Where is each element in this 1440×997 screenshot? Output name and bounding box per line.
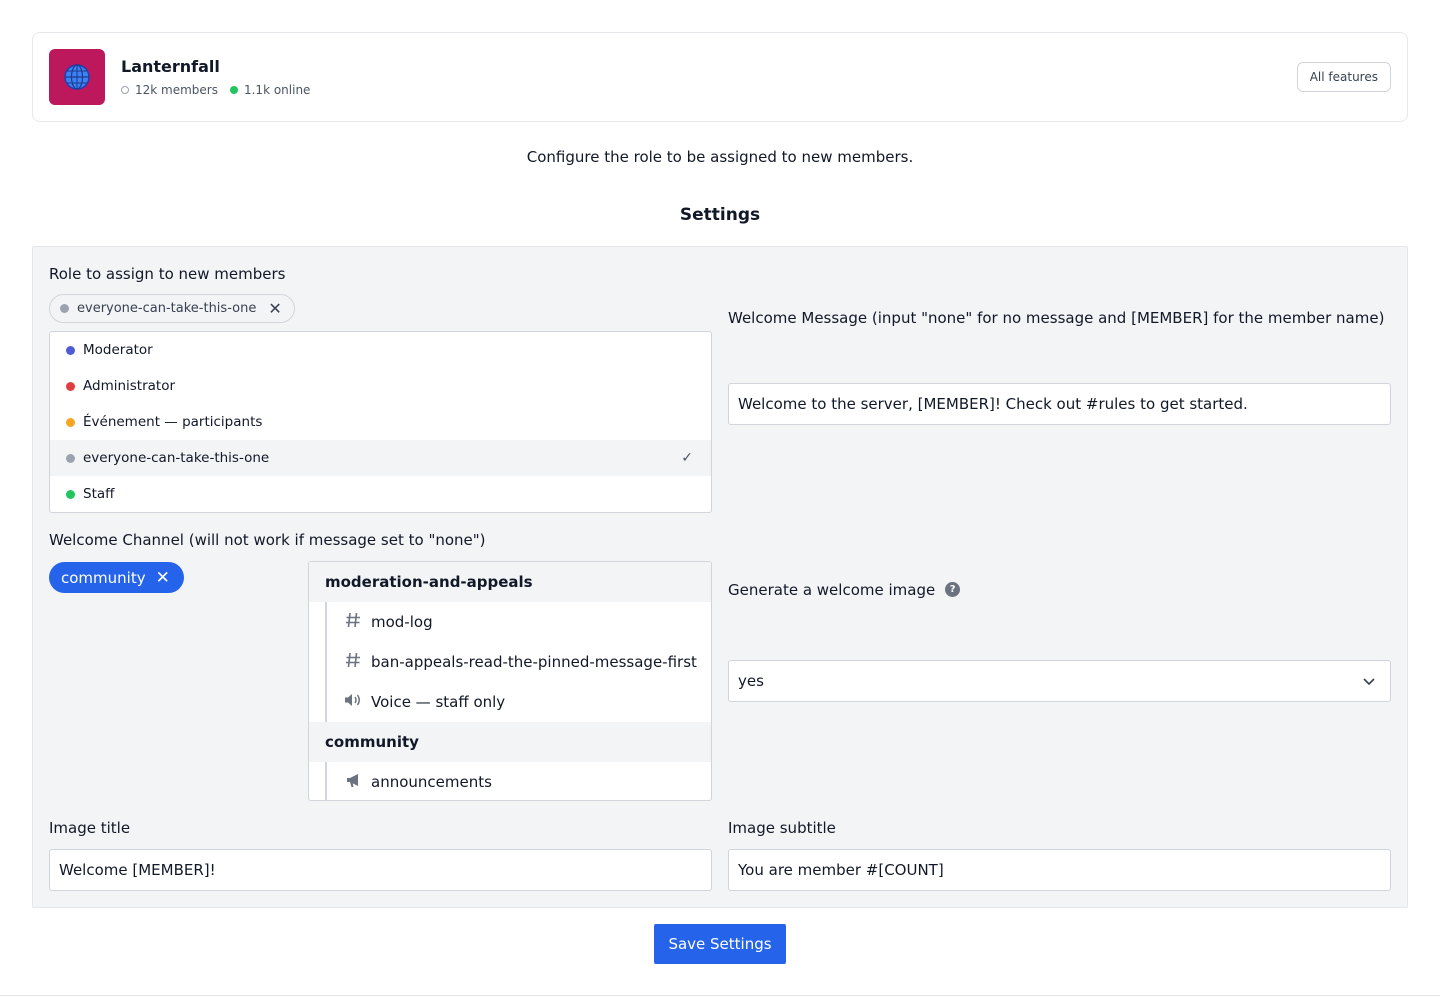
remove-channel-icon[interactable]: ✕ bbox=[156, 568, 170, 588]
welcome-image-label: Generate a welcome image bbox=[728, 581, 936, 599]
role-option[interactable]: Administrator bbox=[50, 368, 711, 404]
hash-icon bbox=[343, 651, 363, 674]
welcome-message-label: Welcome Message (input "none" for no mes… bbox=[728, 309, 1385, 327]
member-count: 12k members bbox=[135, 83, 218, 97]
role-option-label: Staff bbox=[83, 486, 115, 502]
channel-option[interactable]: announcements bbox=[325, 762, 711, 800]
role-option-label: Événement — participants bbox=[83, 414, 263, 430]
welcome-channel-label: Welcome Channel (will not work if messag… bbox=[49, 531, 486, 549]
role-color-dot bbox=[66, 381, 75, 391]
selected-role-chip[interactable]: everyone-can-take-this-one ✕ bbox=[49, 294, 295, 323]
save-settings-button[interactable]: Save Settings bbox=[654, 924, 786, 964]
role-option[interactable]: Staff bbox=[50, 476, 711, 512]
channel-option[interactable]: ban-appeals-read-the-pinned-message-firs… bbox=[325, 642, 711, 682]
online-dot-icon bbox=[229, 86, 238, 94]
channel-option-label: ban-appeals-read-the-pinned-message-firs… bbox=[371, 653, 697, 671]
chevron-down-icon bbox=[1362, 674, 1376, 692]
welcome-message-input[interactable]: Welcome to the server, [MEMBER]! Check o… bbox=[728, 383, 1391, 425]
role-option[interactable]: Moderator bbox=[50, 332, 711, 368]
role-option-label: Administrator bbox=[83, 378, 176, 394]
members-dot-icon bbox=[121, 86, 129, 94]
selected-channel-name: community bbox=[61, 568, 146, 587]
role-option-label: Moderator bbox=[83, 342, 153, 358]
channel-option[interactable]: mod-log bbox=[325, 602, 711, 642]
role-option-label: everyone-can-take-this-one bbox=[83, 450, 270, 466]
bottom-divider bbox=[0, 995, 1440, 996]
selected-role-name: everyone-can-take-this-one bbox=[77, 301, 257, 316]
channel-category-header: moderation-and-appeals bbox=[309, 562, 711, 602]
role-option[interactable]: everyone-can-take-this-one ✓ bbox=[50, 440, 711, 476]
role-color-dot bbox=[66, 453, 75, 463]
role-color-dot bbox=[60, 304, 69, 313]
check-icon: ✓ bbox=[681, 450, 693, 466]
server-name: Lanternfall bbox=[121, 57, 220, 76]
welcome-image-select[interactable]: yes bbox=[728, 660, 1391, 702]
role-option[interactable]: Événement — participants bbox=[50, 404, 711, 440]
globe-icon bbox=[49, 49, 105, 105]
server-stats: 12k members 1.1k online bbox=[121, 83, 310, 97]
selected-channel-chip[interactable]: community ✕ bbox=[49, 562, 184, 593]
online-count: 1.1k online bbox=[243, 83, 311, 97]
server-card: Lanternfall 12k members 1.1k online All … bbox=[32, 32, 1408, 122]
all-features-button[interactable]: All features bbox=[1296, 62, 1391, 92]
channel-category-header: community bbox=[309, 722, 711, 762]
help-icon[interactable]: ? bbox=[945, 582, 961, 597]
channel-option-label: Voice — staff only bbox=[371, 693, 506, 711]
welcome-image-value: yes bbox=[738, 672, 764, 690]
megaphone-icon bbox=[343, 771, 363, 794]
role-color-dot bbox=[66, 417, 75, 427]
image-title-label: Image title bbox=[49, 819, 131, 837]
channel-option-label: announcements bbox=[371, 773, 492, 791]
settings-heading: Settings bbox=[679, 205, 761, 225]
role-color-dot bbox=[66, 345, 75, 355]
role-label: Role to assign to new members bbox=[49, 265, 286, 283]
channel-options-list: moderation-and-appeals mod-log ban-appeals… bbox=[308, 561, 712, 801]
image-subtitle-input[interactable]: You are member #[COUNT] bbox=[728, 849, 1391, 891]
page-description: Configure the role to be assigned to new… bbox=[526, 148, 914, 166]
hash-icon bbox=[343, 611, 363, 634]
channel-option-label: mod-log bbox=[371, 613, 433, 631]
image-title-input[interactable]: Welcome [MEMBER]! bbox=[49, 849, 712, 891]
image-subtitle-label: Image subtitle bbox=[728, 819, 836, 837]
speaker-icon bbox=[343, 691, 363, 714]
role-color-dot bbox=[66, 489, 75, 499]
remove-role-icon[interactable]: ✕ bbox=[268, 299, 281, 318]
channel-option[interactable]: Voice — staff only bbox=[325, 682, 711, 722]
welcome-image-label-row: Generate a welcome image? bbox=[728, 581, 961, 599]
role-options-list: Moderator Administrator Événement — partic… bbox=[49, 331, 712, 513]
